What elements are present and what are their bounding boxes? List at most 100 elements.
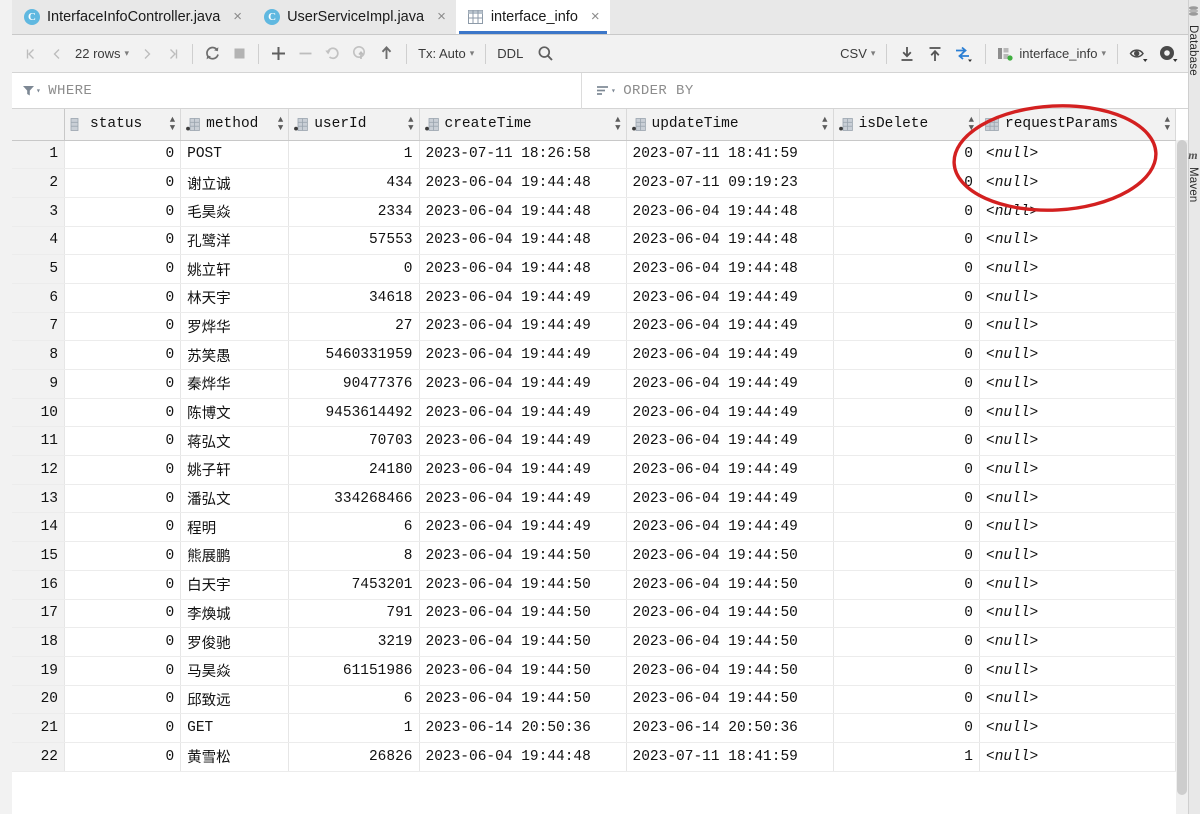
row-number-cell[interactable]: 15 <box>12 541 66 571</box>
row-number-cell[interactable]: 13 <box>12 484 66 514</box>
column-header-requestparams[interactable]: requestParams ▲ ▼ <box>979 109 1176 141</box>
column-header-status[interactable]: status ▲ ▼ <box>64 109 182 141</box>
cell-status[interactable]: 0 <box>64 254 182 284</box>
cell-requestparams[interactable]: <null> <box>979 484 1176 514</box>
cell-requestparams[interactable]: <null> <box>979 283 1176 313</box>
cell-updatetime[interactable]: 2023-06-04 19:44:50 <box>626 570 834 600</box>
last-page-button[interactable] <box>160 35 186 73</box>
cell-updatetime[interactable]: 2023-06-04 19:44:50 <box>626 627 834 657</box>
revert-button[interactable] <box>319 35 346 73</box>
cell-status[interactable]: 0 <box>64 742 182 772</box>
cell-isdelete[interactable]: 0 <box>833 426 981 457</box>
orderby-filter-input[interactable]: ▾ ORDER BY <box>582 73 704 109</box>
cell-userid[interactable]: 6 <box>288 512 420 543</box>
table-row[interactable]: 21 0 GET 1 2023-06-14 20:50:36 2023-06-14 20:… <box>12 713 1176 743</box>
cell-updatetime[interactable]: 2023-06-04 19:44:48 <box>626 226 834 256</box>
cell-userid[interactable]: 57553 <box>288 226 420 256</box>
table-row[interactable]: 18 0 罗俊驰 3219 2023-06-04 19:44:50 2023-06-04 … <box>12 627 1176 657</box>
row-number-cell[interactable]: 18 <box>12 627 66 657</box>
upload-icon[interactable] <box>921 35 949 73</box>
sort-toggle-icon[interactable]: ▲ ▼ <box>408 116 413 133</box>
cell-userid[interactable]: 0 <box>288 254 420 284</box>
next-page-button[interactable] <box>134 35 160 73</box>
delete-row-button[interactable] <box>292 35 319 73</box>
cell-userid[interactable]: 1 <box>288 140 420 170</box>
cell-status[interactable]: 0 <box>64 484 182 514</box>
sort-toggle-icon[interactable]: ▲ ▼ <box>615 116 620 133</box>
cell-method[interactable]: 苏笑愚 <box>180 340 290 370</box>
table-row[interactable]: 17 0 李煥城 791 2023-06-04 19:44:50 2023-06-04 1… <box>12 599 1176 629</box>
cell-isdelete[interactable]: 0 <box>833 254 981 284</box>
gear-icon[interactable] <box>1154 35 1184 73</box>
transaction-mode-dropdown[interactable]: Tx: Auto ▾ <box>413 35 479 73</box>
cell-userid[interactable]: 6 <box>288 685 420 715</box>
cell-updatetime[interactable]: 2023-07-11 09:19:23 <box>626 168 834 198</box>
cell-requestparams[interactable]: <null> <box>979 713 1176 743</box>
cell-updatetime[interactable]: 2023-06-04 19:44:49 <box>626 455 834 485</box>
cell-userid[interactable]: 3219 <box>288 627 420 657</box>
column-header-method[interactable]: method ▲ ▼ <box>180 109 290 141</box>
cell-isdelete[interactable]: 0 <box>833 168 981 198</box>
cell-requestparams[interactable]: <null> <box>979 168 1176 198</box>
cell-updatetime[interactable]: 2023-06-04 19:44:49 <box>626 369 834 399</box>
table-row[interactable]: 4 0 孔鹭洋 57553 2023-06-04 19:44:48 2023-06-04 … <box>12 226 1176 256</box>
row-number-cell[interactable]: 2 <box>12 168 66 198</box>
table-row[interactable]: 7 0 罗烨华 27 2023-06-04 19:44:49 2023-06-04 19:… <box>12 312 1176 342</box>
cell-createtime[interactable]: 2023-06-14 20:50:36 <box>419 713 627 743</box>
cell-status[interactable]: 0 <box>64 226 182 256</box>
table-row[interactable]: 13 0 潘弘文 334268466 2023-06-04 19:44:49 2023-0… <box>12 484 1176 514</box>
close-icon[interactable]: × <box>589 9 602 24</box>
cell-requestparams[interactable]: <null> <box>979 742 1176 772</box>
row-number-cell[interactable]: 19 <box>12 656 66 686</box>
row-number-cell[interactable]: 10 <box>12 398 66 428</box>
sort-toggle-icon[interactable]: ▲ ▼ <box>969 116 974 133</box>
cell-requestparams[interactable]: <null> <box>979 197 1176 227</box>
cell-createtime[interactable]: 2023-06-04 19:44:49 <box>419 426 627 457</box>
cell-userid[interactable]: 24180 <box>288 455 420 485</box>
row-number-cell[interactable]: 5 <box>12 254 66 284</box>
cell-method[interactable]: 李煥城 <box>180 599 290 629</box>
row-number-cell[interactable]: 3 <box>12 197 66 227</box>
cell-createtime[interactable]: 2023-06-04 19:44:49 <box>419 398 627 428</box>
cell-createtime[interactable]: 2023-06-04 19:44:49 <box>419 484 627 514</box>
close-icon[interactable]: × <box>435 9 448 24</box>
tool-window-database[interactable]: Database <box>1187 6 1199 76</box>
cell-method[interactable]: 秦烨华 <box>180 369 290 399</box>
cell-requestparams[interactable]: <null> <box>979 455 1176 485</box>
cell-userid[interactable]: 2334 <box>288 197 420 227</box>
cell-userid[interactable]: 791 <box>288 599 420 629</box>
cell-createtime[interactable]: 2023-06-04 19:44:50 <box>419 570 627 600</box>
cell-createtime[interactable]: 2023-06-04 19:44:49 <box>419 283 627 313</box>
cell-requestparams[interactable]: <null> <box>979 627 1176 657</box>
cell-method[interactable]: 罗烨华 <box>180 312 290 342</box>
cell-status[interactable]: 0 <box>64 541 182 571</box>
cell-updatetime[interactable]: 2023-06-04 19:44:50 <box>626 685 834 715</box>
cell-isdelete[interactable]: 0 <box>833 685 981 715</box>
cell-status[interactable]: 0 <box>64 426 182 457</box>
cell-isdelete[interactable]: 0 <box>833 455 981 485</box>
cell-isdelete[interactable]: 0 <box>833 340 981 370</box>
cell-updatetime[interactable]: 2023-06-04 19:44:49 <box>626 283 834 313</box>
cell-status[interactable]: 0 <box>64 140 182 170</box>
table-row[interactable]: 20 0 邱致远 6 2023-06-04 19:44:50 2023-06-04 19:… <box>12 685 1176 715</box>
cell-userid[interactable]: 26826 <box>288 742 420 772</box>
cell-method[interactable]: 邱致远 <box>180 685 290 715</box>
cell-userid[interactable]: 70703 <box>288 426 420 457</box>
cell-requestparams[interactable]: <null> <box>979 226 1176 256</box>
cell-method[interactable]: 姚立轩 <box>180 254 290 284</box>
cell-isdelete[interactable]: 0 <box>833 197 981 227</box>
cell-method[interactable]: 马昊焱 <box>180 656 290 686</box>
column-header-isdelete[interactable]: isDelete ▲ ▼ <box>833 109 981 141</box>
stop-button[interactable] <box>226 35 252 73</box>
cell-requestparams[interactable]: <null> <box>979 398 1176 428</box>
cell-status[interactable]: 0 <box>64 312 182 342</box>
table-row[interactable]: 3 0 毛昊焱 2334 2023-06-04 19:44:48 2023-06-04 1… <box>12 197 1176 227</box>
cell-createtime[interactable]: 2023-06-04 19:44:48 <box>419 168 627 198</box>
cell-createtime[interactable]: 2023-06-04 19:44:49 <box>419 340 627 370</box>
row-number-cell[interactable]: 1 <box>12 140 66 170</box>
cell-createtime[interactable]: 2023-06-04 19:44:50 <box>419 656 627 686</box>
cell-createtime[interactable]: 2023-06-04 19:44:50 <box>419 627 627 657</box>
table-row[interactable]: 12 0 姚子轩 24180 2023-06-04 19:44:49 2023-06-04… <box>12 455 1176 485</box>
download-icon[interactable] <box>893 35 921 73</box>
table-row[interactable]: 5 0 姚立轩 0 2023-06-04 19:44:48 2023-06-04 19:4… <box>12 254 1176 284</box>
